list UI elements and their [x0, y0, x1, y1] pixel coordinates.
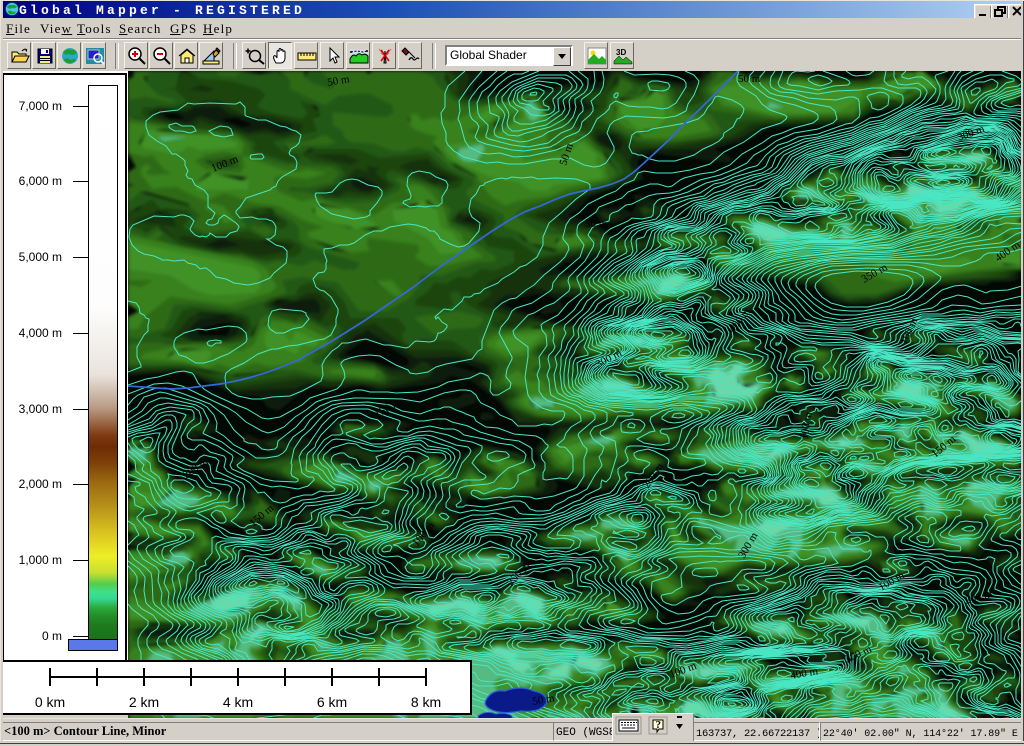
svg-text:?: ? — [656, 719, 662, 731]
svg-text:8 km: 8 km — [411, 694, 441, 710]
svg-text:50 m: 50 m — [585, 218, 608, 230]
svg-text:50 m: 50 m — [738, 73, 761, 85]
svg-text:3D: 3D — [616, 48, 626, 57]
svg-text:2 km: 2 km — [129, 694, 159, 710]
svg-text:0 km: 0 km — [35, 694, 65, 710]
svg-text:4 km: 4 km — [223, 694, 253, 710]
svg-text:6 km: 6 km — [317, 694, 347, 710]
